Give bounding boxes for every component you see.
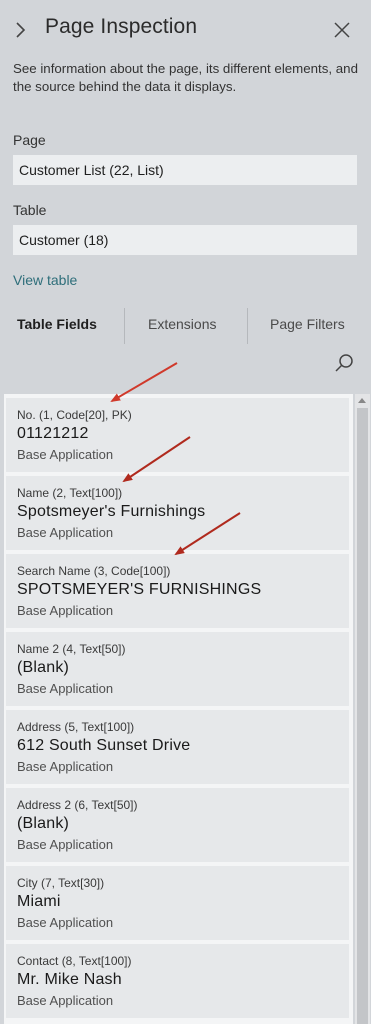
- field-source: Base Application: [17, 837, 114, 852]
- field-card[interactable]: Address (5, Text[100]) 612 South Sunset …: [6, 710, 349, 784]
- tab-divider: [247, 308, 248, 344]
- field-meta: Search Name (3, Code[100]): [17, 564, 171, 578]
- panel-title: Page Inspection: [45, 15, 198, 38]
- field-meta: Name 2 (4, Text[50]): [17, 642, 126, 656]
- tab-table-fields[interactable]: Table Fields: [17, 316, 97, 332]
- field-source: Base Application: [17, 915, 114, 930]
- field-list: No. (1, Code[20], PK) 01121212 Base Appl…: [4, 394, 353, 1024]
- search-icon[interactable]: [333, 352, 355, 374]
- field-card[interactable]: City (7, Text[30]) Miami Base Applicatio…: [6, 866, 349, 940]
- field-card[interactable]: Name 2 (4, Text[50]) (Blank) Base Applic…: [6, 632, 349, 706]
- field-value: Mr. Mike Nash: [17, 971, 122, 988]
- field-value: Spotsmeyer's Furnishings: [17, 503, 206, 520]
- field-card[interactable]: Name (2, Text[100]) Spotsmeyer's Furnish…: [6, 476, 349, 550]
- field-meta: Name (2, Text[100]): [17, 486, 123, 500]
- field-source: Base Application: [17, 603, 114, 618]
- field-value: 01121212: [17, 425, 89, 442]
- field-value: Miami: [17, 893, 61, 910]
- tab-page-filters[interactable]: Page Filters: [270, 316, 345, 332]
- field-card[interactable]: Address 2 (6, Text[50]) (Blank) Base App…: [6, 788, 349, 862]
- field-value: 612 South Sunset Drive: [17, 737, 191, 754]
- page-label: Page: [13, 132, 46, 148]
- chevron-right-icon[interactable]: [12, 18, 30, 42]
- field-source: Base Application: [17, 759, 114, 774]
- table-label: Table: [13, 202, 47, 218]
- scroll-up-arrow-icon[interactable]: [358, 398, 366, 403]
- field-meta: No. (1, Code[20], PK): [17, 408, 132, 422]
- table-field: Customer (18): [13, 225, 357, 255]
- field-source: Base Application: [17, 993, 114, 1008]
- close-icon[interactable]: [332, 20, 352, 40]
- tab-bar: Table Fields Extensions Page Filters: [0, 306, 371, 346]
- field-value: SPOTSMEYER'S FURNISHINGS: [17, 581, 262, 598]
- field-source: Base Application: [17, 447, 114, 462]
- field-meta: Address (5, Text[100]): [17, 720, 135, 734]
- page-field: Customer List (22, List): [13, 155, 357, 185]
- tab-divider: [124, 308, 125, 344]
- panel-header: Page Inspection: [0, 0, 371, 60]
- scrollbar-thumb[interactable]: [357, 408, 368, 1024]
- field-card[interactable]: No. (1, Code[20], PK) 01121212 Base Appl…: [6, 398, 349, 472]
- panel-description: See information about the page, its diff…: [13, 61, 358, 94]
- field-meta: Contact (8, Text[100]): [17, 954, 132, 968]
- field-card[interactable]: Search Name (3, Code[100]) SPOTSMEYER'S …: [6, 554, 349, 628]
- field-value: (Blank): [17, 815, 70, 832]
- tab-extensions[interactable]: Extensions: [148, 316, 216, 332]
- scrollbar[interactable]: [355, 394, 370, 1024]
- view-table-link[interactable]: View table: [13, 272, 77, 288]
- field-card[interactable]: Contact (8, Text[100]) Mr. Mike Nash Bas…: [6, 944, 349, 1018]
- field-source: Base Application: [17, 525, 114, 540]
- field-meta: City (7, Text[30]): [17, 876, 105, 890]
- field-value: (Blank): [17, 659, 70, 676]
- field-meta: Address 2 (6, Text[50]): [17, 798, 138, 812]
- field-source: Base Application: [17, 681, 114, 696]
